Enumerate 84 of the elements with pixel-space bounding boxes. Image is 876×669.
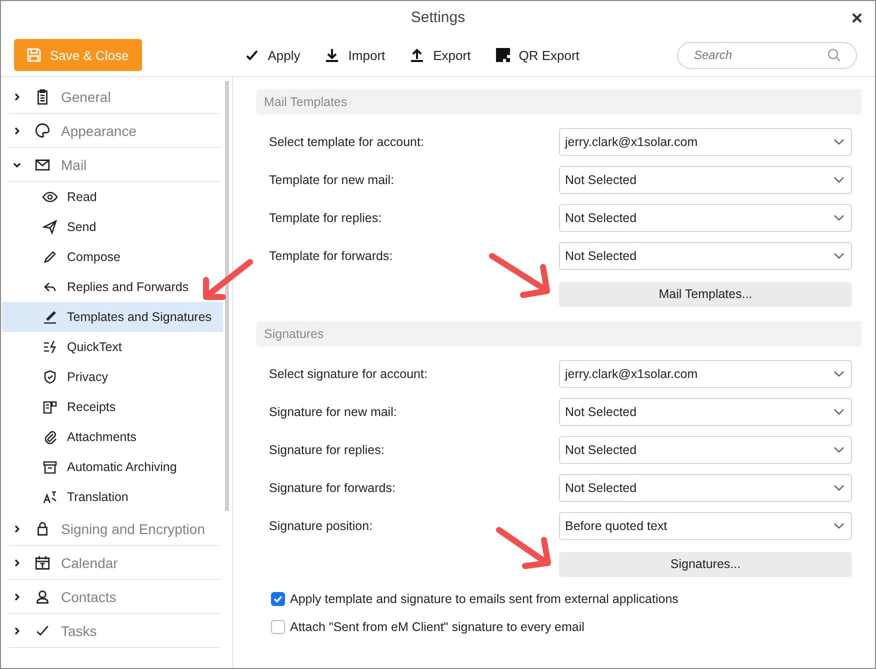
caret-icon [833, 522, 845, 530]
shield-icon [42, 369, 58, 385]
sidebar-group[interactable]: Appearance [9, 114, 220, 148]
sidebar-group[interactable]: Contacts [9, 580, 220, 614]
palette-icon [34, 122, 51, 139]
dropdown[interactable]: Not Selected [559, 204, 852, 232]
dropdown[interactable]: jerry.clark@x1solar.com [559, 128, 852, 156]
receipt-icon [42, 399, 58, 415]
field-label: Template for new mail: [269, 173, 394, 187]
caret-icon [833, 176, 845, 184]
toolbar-button[interactable]: QR Export [494, 47, 580, 63]
checkbox-label[interactable]: Apply template and signature to emails sent from external applications [290, 592, 678, 606]
checkbox[interactable] [271, 592, 285, 606]
caret-icon [833, 408, 845, 416]
sidebar-item[interactable]: Read [2, 182, 223, 212]
pencil-icon [42, 249, 58, 265]
dropdown[interactable]: Not Selected [559, 398, 852, 426]
chevron-icon[interactable] [12, 558, 22, 568]
download-icon [324, 47, 340, 63]
sidebar-item[interactable]: Privacy [2, 362, 223, 392]
caret-icon [833, 214, 845, 222]
dropdown[interactable]: Before quoted text [559, 512, 852, 540]
checkbox[interactable] [271, 620, 285, 634]
field-label: Template for replies: [269, 211, 382, 225]
dropdown[interactable]: jerry.clark@x1solar.com [559, 360, 852, 388]
chevron-icon[interactable] [12, 524, 22, 534]
sidebar-item[interactable]: Replies and Forwards [2, 272, 223, 302]
sidebar-item[interactable]: Templates and Signatures [2, 302, 223, 332]
archive-box-icon [42, 459, 58, 475]
field-label: Signature position: [269, 519, 373, 533]
sidebar-item[interactable]: Receipts [2, 392, 223, 422]
sidebar-group[interactable]: Calendar [9, 546, 220, 580]
field-label: Select signature for account: [269, 367, 428, 381]
eye-icon [42, 189, 58, 205]
annotation-arrow [203, 259, 253, 300]
caret-icon [833, 252, 845, 260]
caret-icon [833, 138, 845, 146]
sidebar-group[interactable]: Mail [9, 148, 220, 182]
field-label: Select template for account: [269, 135, 424, 149]
toolbar-button[interactable]: Import [324, 47, 386, 63]
search-field[interactable]: Search [677, 42, 857, 68]
manage-button[interactable]: Signatures... [559, 552, 852, 576]
close-icon[interactable] [851, 12, 863, 24]
field-label: Signature for new mail: [269, 405, 397, 419]
dropdown[interactable]: Not Selected [559, 242, 852, 270]
sidebar-item[interactable]: Compose [2, 242, 223, 272]
manage-button[interactable]: Mail Templates... [559, 282, 852, 306]
toolbar-button[interactable]: Export [409, 47, 471, 63]
chevron-icon[interactable] [12, 626, 22, 636]
caret-icon [833, 370, 845, 378]
sidebar-group[interactable]: Tasks [9, 614, 220, 648]
caret-icon [833, 484, 845, 492]
sidebar-item[interactable]: Send [2, 212, 223, 242]
sidebar-item[interactable]: Automatic Archiving [2, 452, 223, 482]
letters-icon [42, 489, 58, 505]
section-header: Mail Templates [256, 89, 862, 115]
sidebar-group[interactable]: General [9, 80, 220, 114]
caret-icon [833, 446, 845, 454]
dropdown[interactable]: Not Selected [559, 436, 852, 464]
sidebar-item[interactable]: Translation [2, 482, 223, 512]
field-label: Signature for replies: [269, 443, 384, 457]
window-title: Settings [410, 9, 466, 26]
chevron-icon[interactable] [12, 92, 22, 102]
section-header: Signatures [256, 321, 862, 347]
chevron-icon[interactable] [12, 592, 22, 602]
calendar-icon [34, 554, 51, 571]
sidebar-item[interactable]: QuickText [2, 332, 223, 362]
search-icon [827, 48, 841, 62]
field-label: Template for forwards: [269, 249, 393, 263]
upload-icon [409, 47, 426, 63]
lines-lightning-icon [42, 339, 58, 355]
sidebar-group[interactable]: Signing and Encryption [9, 512, 220, 546]
person-icon [34, 588, 51, 605]
dropdown[interactable]: Not Selected [559, 474, 852, 502]
paper-plane-icon [42, 219, 58, 235]
checkbox-label[interactable]: Attach "Sent from eM Client" signature to every email [290, 620, 584, 634]
scrollbar-thumb[interactable] [225, 81, 229, 511]
toolbar-button[interactable]: Apply [244, 47, 300, 63]
dropdown[interactable]: Not Selected [559, 166, 852, 194]
pen-signature-icon [42, 309, 58, 325]
field-label: Signature for forwards: [269, 481, 396, 495]
chevron-icon[interactable] [12, 126, 22, 136]
paperclip-icon [42, 429, 58, 445]
sidebar-item[interactable]: Attachments [2, 422, 223, 452]
